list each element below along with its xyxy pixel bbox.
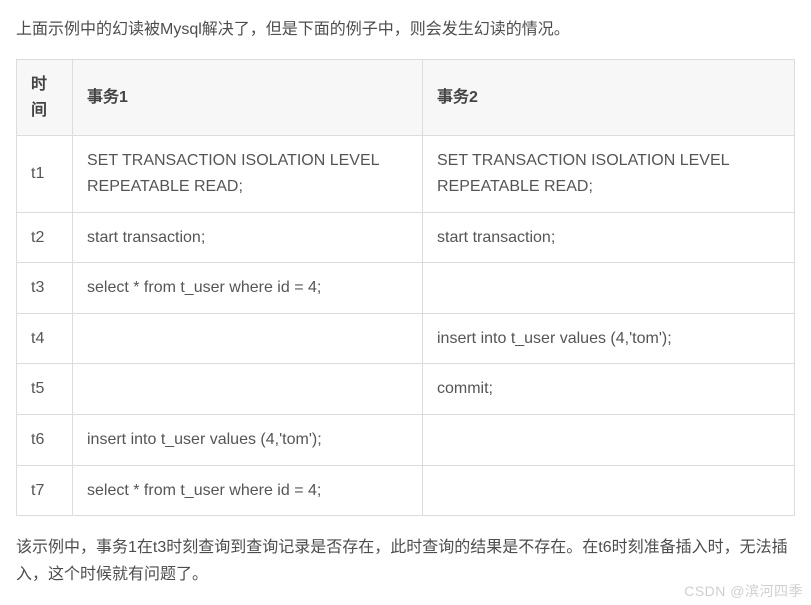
cell-time: t2 [17, 212, 73, 263]
col-header-tx1: 事务1 [73, 60, 423, 136]
intro-paragraph: 上面示例中的幻读被Mysql解决了，但是下面的例子中，则会发生幻读的情况。 [16, 16, 795, 43]
table-row: t5 commit; [17, 364, 795, 415]
cell-tx1 [73, 313, 423, 364]
table-row: t7 select * from t_user where id = 4; [17, 465, 795, 516]
cell-time: t3 [17, 263, 73, 314]
cell-tx1: select * from t_user where id = 4; [73, 263, 423, 314]
cell-time: t5 [17, 364, 73, 415]
cell-tx2 [423, 465, 795, 516]
col-header-time: 时间 [17, 60, 73, 136]
cell-tx1: insert into t_user values (4,'tom'); [73, 414, 423, 465]
outro-paragraph: 该示例中，事务1在t3时刻查询到查询记录是否存在，此时查询的结果是不存在。在t6… [16, 534, 795, 588]
col-header-tx2: 事务2 [423, 60, 795, 136]
cell-tx2 [423, 263, 795, 314]
cell-time: t4 [17, 313, 73, 364]
cell-tx1: start transaction; [73, 212, 423, 263]
cell-tx1: SET TRANSACTION ISOLATION LEVEL REPEATAB… [73, 136, 423, 212]
cell-tx2: commit; [423, 364, 795, 415]
table-row: t4 insert into t_user values (4,'tom'); [17, 313, 795, 364]
cell-time: t1 [17, 136, 73, 212]
cell-time: t6 [17, 414, 73, 465]
table-header-row: 时间 事务1 事务2 [17, 60, 795, 136]
cell-tx2 [423, 414, 795, 465]
table-row: t2 start transaction; start transaction; [17, 212, 795, 263]
cell-tx2: start transaction; [423, 212, 795, 263]
cell-tx1: select * from t_user where id = 4; [73, 465, 423, 516]
table-row: t1 SET TRANSACTION ISOLATION LEVEL REPEA… [17, 136, 795, 212]
transaction-table: 时间 事务1 事务2 t1 SET TRANSACTION ISOLATION … [16, 59, 795, 516]
cell-tx2: insert into t_user values (4,'tom'); [423, 313, 795, 364]
cell-tx2: SET TRANSACTION ISOLATION LEVEL REPEATAB… [423, 136, 795, 212]
cell-tx1 [73, 364, 423, 415]
table-row: t3 select * from t_user where id = 4; [17, 263, 795, 314]
table-row: t6 insert into t_user values (4,'tom'); [17, 414, 795, 465]
cell-time: t7 [17, 465, 73, 516]
